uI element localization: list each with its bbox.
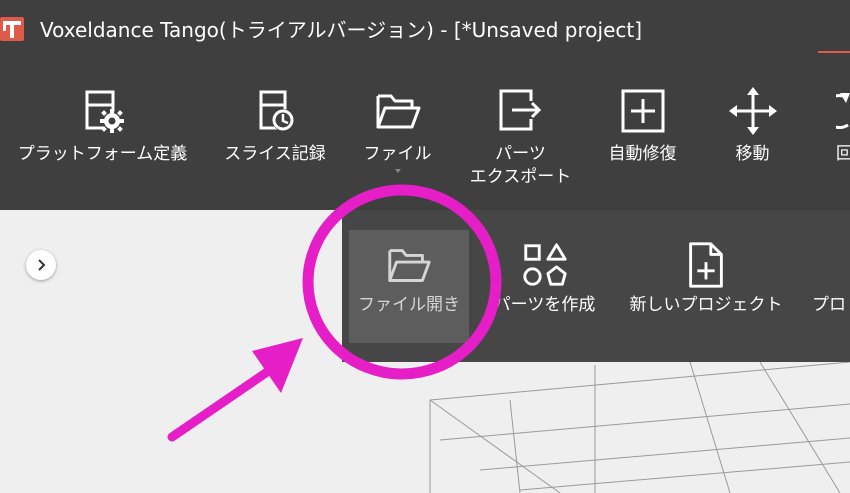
menu-item-label: プロ	[812, 295, 846, 315]
annotation-arrow-head	[252, 338, 303, 393]
title-bar: Voxeldance Tango(トライアルバージョン) - [*Unsaved…	[0, 0, 850, 60]
rotate-button[interactable]: 回	[836, 85, 850, 200]
menu-item-label: 新しいプロジェクト	[629, 295, 783, 315]
window-title: Voxeldance Tango(トライアルバージョン) - [*Unsaved…	[40, 18, 643, 42]
export-parts-button[interactable]: パーツ エクスポート	[458, 85, 583, 200]
new-project-menu-item[interactable]: 新しいプロジェクト	[620, 230, 792, 343]
submenu-arrow-icon	[394, 169, 401, 173]
move-icon	[728, 87, 777, 135]
slice-history-icon	[259, 90, 294, 131]
shapes-icon	[522, 243, 567, 286]
tool-label: 移動	[735, 144, 770, 164]
move-button[interactable]: 移動	[715, 85, 790, 200]
folder-open-icon	[388, 249, 431, 282]
rotate-icon	[836, 93, 850, 130]
tool-label: 自動修復	[608, 144, 677, 164]
export-icon	[499, 89, 541, 131]
title-accent-bar	[818, 51, 850, 53]
file-menu-button[interactable]: ファイル	[345, 85, 450, 200]
slice-history-button[interactable]: スライス記録	[216, 85, 334, 200]
tool-label: スライス記録	[224, 144, 326, 164]
tool-label: パーツ	[495, 144, 546, 164]
main-toolbar: プラットフォーム定義 スライス記録 ファイル パーツ エクスポート 自動修復 移…	[0, 60, 850, 210]
tool-label: エクスポート	[469, 167, 572, 187]
repair-icon	[621, 89, 664, 133]
sidebar-expand-button[interactable]	[26, 250, 56, 280]
menu-item-label: パーツを作成	[493, 295, 596, 315]
platform-definition-button[interactable]: プラットフォーム定義	[10, 85, 195, 200]
tool-label: 回	[836, 144, 850, 164]
app-window: Voxeldance Tango(トライアルバージョン) - [*Unsaved…	[0, 0, 850, 493]
menu-item-label: ファイル開き	[358, 295, 460, 315]
more-menu-item[interactable]: プロ	[812, 230, 850, 343]
platform-settings-icon	[85, 90, 124, 133]
folder-icon	[376, 94, 420, 129]
tool-label: ファイル	[363, 144, 432, 164]
tool-label: プラットフォーム定義	[17, 144, 188, 164]
app-logo-icon	[0, 17, 24, 41]
open-file-menu-item[interactable]: ファイル開き	[349, 230, 469, 343]
file-dropdown-menu: ファイル開き パーツを作成 新しいプロジェクト プロ	[342, 210, 850, 362]
new-file-icon	[689, 242, 723, 288]
annotation-arrow-shaft	[167, 365, 275, 442]
chevron-right-icon	[38, 259, 46, 271]
auto-repair-button[interactable]: 自動修復	[595, 85, 690, 200]
create-part-menu-item[interactable]: パーツを作成	[482, 230, 607, 343]
